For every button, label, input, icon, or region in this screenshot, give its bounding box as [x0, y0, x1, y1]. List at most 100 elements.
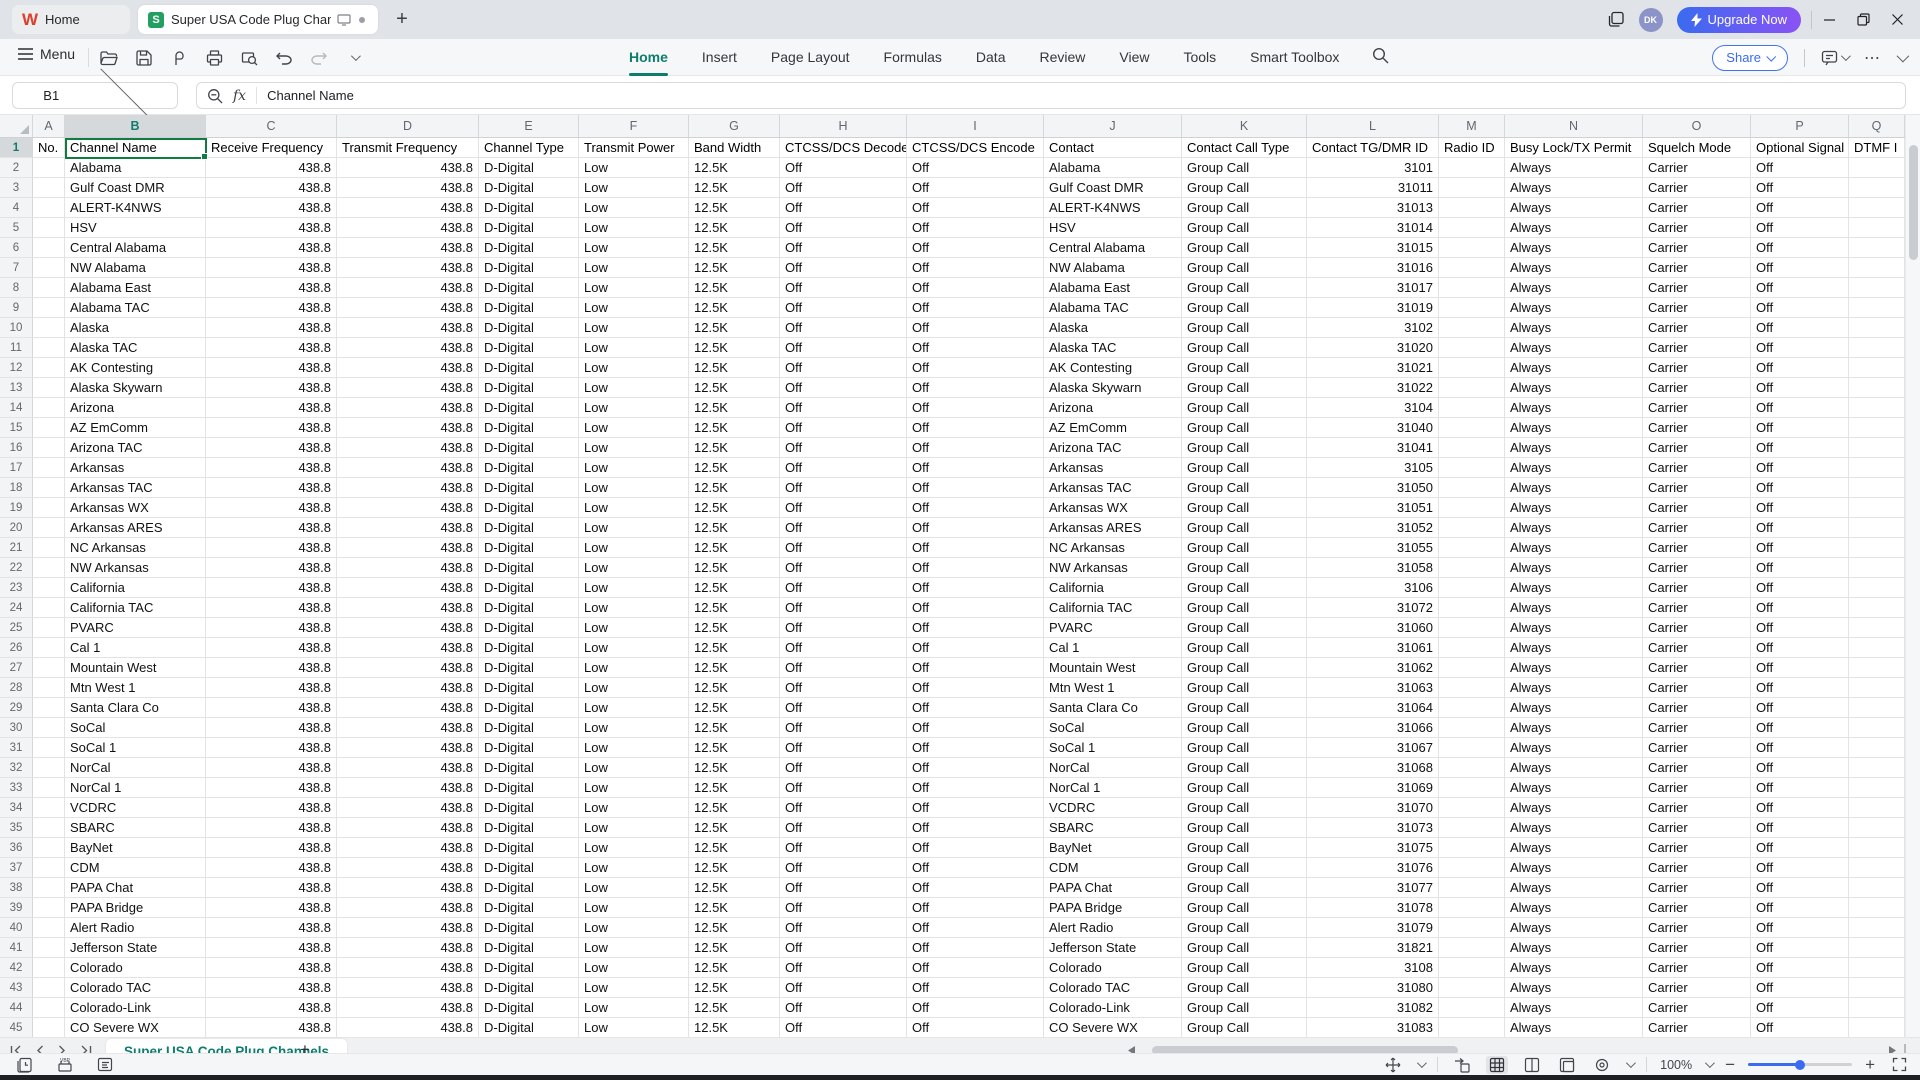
cell-P23[interactable]: Off: [1751, 578, 1849, 598]
cell-A42[interactable]: [33, 958, 65, 978]
cell-L33[interactable]: 31069: [1307, 778, 1439, 798]
cell-I19[interactable]: Off: [907, 498, 1044, 518]
cell-G20[interactable]: 12.5K: [689, 518, 780, 538]
cell-K13[interactable]: Group Call: [1182, 378, 1307, 398]
cell-K28[interactable]: Group Call: [1182, 678, 1307, 698]
cell-E36[interactable]: D-Digital: [479, 838, 579, 858]
cell-Q11[interactable]: [1849, 338, 1905, 358]
cell-N5[interactable]: Always: [1505, 218, 1643, 238]
cell-E25[interactable]: D-Digital: [479, 618, 579, 638]
cell-M30[interactable]: [1439, 718, 1505, 738]
cell-N45[interactable]: Always: [1505, 1018, 1643, 1037]
cell-Q41[interactable]: [1849, 938, 1905, 958]
cell-B38[interactable]: PAPA Chat: [65, 878, 206, 898]
cell-A24[interactable]: [33, 598, 65, 618]
cell-K8[interactable]: Group Call: [1182, 278, 1307, 298]
cell-I16[interactable]: Off: [907, 438, 1044, 458]
cell-H29[interactable]: Off: [780, 698, 907, 718]
cell-Q40[interactable]: [1849, 918, 1905, 938]
undo-icon[interactable]: [271, 45, 297, 70]
cell-Q36[interactable]: [1849, 838, 1905, 858]
row-header-25[interactable]: 25: [0, 618, 33, 638]
cell-D29[interactable]: 438.8: [337, 698, 479, 718]
cell-M28[interactable]: [1439, 678, 1505, 698]
cell-L17[interactable]: 3105: [1307, 458, 1439, 478]
cell-P13[interactable]: Off: [1751, 378, 1849, 398]
cell-A39[interactable]: [33, 898, 65, 918]
cell-J17[interactable]: Arkansas: [1044, 458, 1182, 478]
collapse-ribbon-icon[interactable]: [1897, 49, 1906, 67]
outline-view-icon[interactable]: [94, 1056, 116, 1074]
cell-C6[interactable]: 438.8: [206, 238, 337, 258]
cell-A22[interactable]: [33, 558, 65, 578]
row-header-7[interactable]: 7: [0, 258, 33, 278]
cell-K19[interactable]: Group Call: [1182, 498, 1307, 518]
cell-A21[interactable]: [33, 538, 65, 558]
cell-K27[interactable]: Group Call: [1182, 658, 1307, 678]
cell-C25[interactable]: 438.8: [206, 618, 337, 638]
cell-O38[interactable]: Carrier: [1643, 878, 1751, 898]
cell-A44[interactable]: [33, 998, 65, 1018]
cell-Q24[interactable]: [1849, 598, 1905, 618]
cell-A45[interactable]: [33, 1018, 65, 1037]
row-header-38[interactable]: 38: [0, 878, 33, 898]
cell-C30[interactable]: 438.8: [206, 718, 337, 738]
cell-N10[interactable]: Always: [1505, 318, 1643, 338]
cell-L15[interactable]: 31040: [1307, 418, 1439, 438]
cell-F12[interactable]: Low: [579, 358, 689, 378]
cell-H12[interactable]: Off: [780, 358, 907, 378]
cell-E1[interactable]: Channel Type: [479, 138, 579, 158]
cell-F11[interactable]: Low: [579, 338, 689, 358]
print-preview-icon[interactable]: [236, 45, 262, 70]
cell-I21[interactable]: Off: [907, 538, 1044, 558]
cell-A14[interactable]: [33, 398, 65, 418]
cell-C44[interactable]: 438.8: [206, 998, 337, 1018]
cell-K5[interactable]: Group Call: [1182, 218, 1307, 238]
column-header-G[interactable]: G: [689, 115, 780, 137]
cell-K43[interactable]: Group Call: [1182, 978, 1307, 998]
zoom-out-button[interactable]: −: [1725, 1055, 1735, 1075]
cell-G9[interactable]: 12.5K: [689, 298, 780, 318]
cell-H21[interactable]: Off: [780, 538, 907, 558]
cell-I33[interactable]: Off: [907, 778, 1044, 798]
cell-M9[interactable]: [1439, 298, 1505, 318]
column-header-K[interactable]: K: [1182, 115, 1307, 137]
cell-M43[interactable]: [1439, 978, 1505, 998]
name-box[interactable]: B1: [12, 82, 178, 109]
cell-Q45[interactable]: [1849, 1018, 1905, 1037]
cell-P15[interactable]: Off: [1751, 418, 1849, 438]
cell-G3[interactable]: 12.5K: [689, 178, 780, 198]
cell-E31[interactable]: D-Digital: [479, 738, 579, 758]
vertical-scrollbar-thumb[interactable]: [1909, 145, 1918, 260]
cell-I10[interactable]: Off: [907, 318, 1044, 338]
cell-H9[interactable]: Off: [780, 298, 907, 318]
cell-C23[interactable]: 438.8: [206, 578, 337, 598]
cell-H27[interactable]: Off: [780, 658, 907, 678]
cell-G29[interactable]: 12.5K: [689, 698, 780, 718]
cell-N19[interactable]: Always: [1505, 498, 1643, 518]
cell-I13[interactable]: Off: [907, 378, 1044, 398]
cell-H17[interactable]: Off: [780, 458, 907, 478]
cell-B44[interactable]: Colorado-Link: [65, 998, 206, 1018]
cell-J13[interactable]: Alaska Skywarn: [1044, 378, 1182, 398]
cell-H35[interactable]: Off: [780, 818, 907, 838]
cell-C17[interactable]: 438.8: [206, 458, 337, 478]
cell-O40[interactable]: Carrier: [1643, 918, 1751, 938]
cell-M10[interactable]: [1439, 318, 1505, 338]
zoom-slider-knob[interactable]: [1795, 1060, 1805, 1070]
cell-P18[interactable]: Off: [1751, 478, 1849, 498]
cell-O20[interactable]: Carrier: [1643, 518, 1751, 538]
cell-B45[interactable]: CO Severe WX: [65, 1018, 206, 1037]
cell-B29[interactable]: Santa Clara Co: [65, 698, 206, 718]
cell-N22[interactable]: Always: [1505, 558, 1643, 578]
zoom-slider[interactable]: [1748, 1063, 1852, 1066]
cell-L31[interactable]: 31067: [1307, 738, 1439, 758]
cell-B18[interactable]: Arkansas TAC: [65, 478, 206, 498]
cell-Q29[interactable]: [1849, 698, 1905, 718]
cell-C24[interactable]: 438.8: [206, 598, 337, 618]
cell-J5[interactable]: HSV: [1044, 218, 1182, 238]
cell-Q6[interactable]: [1849, 238, 1905, 258]
cell-E15[interactable]: D-Digital: [479, 418, 579, 438]
cell-B40[interactable]: Alert Radio: [65, 918, 206, 938]
cell-I39[interactable]: Off: [907, 898, 1044, 918]
